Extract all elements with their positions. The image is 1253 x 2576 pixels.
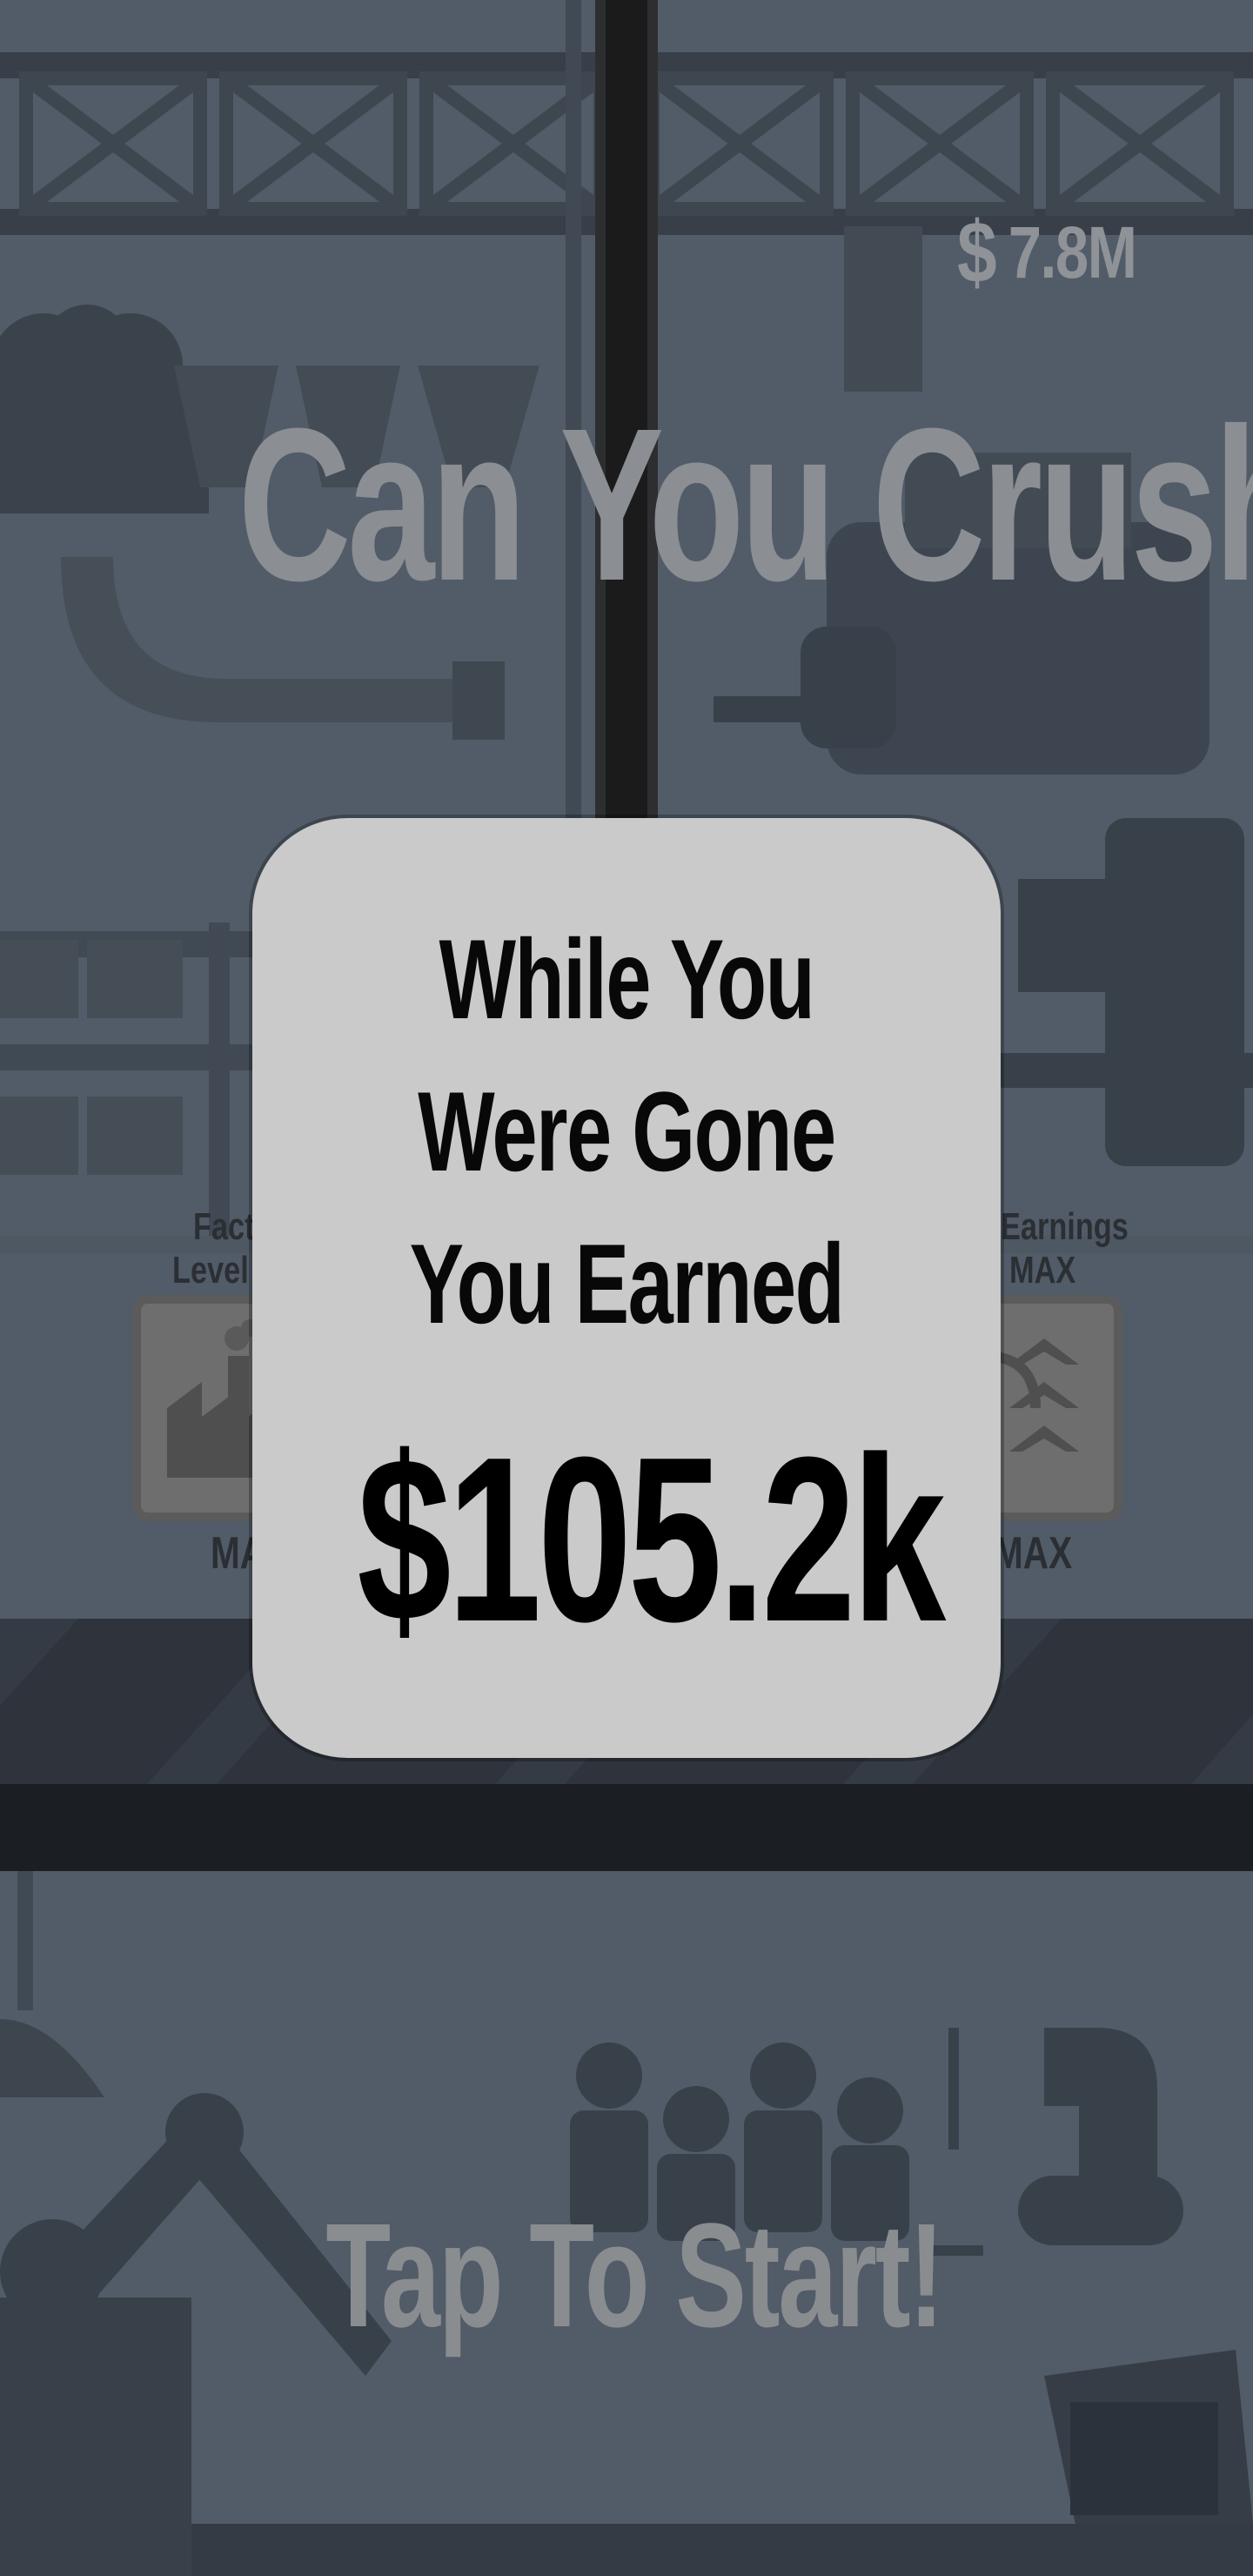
earned-amount: $105.2k [357,1409,946,1671]
earnings-label-line2: MAX [1009,1249,1076,1291]
popup-line-were-gone: Were Gone [418,1068,836,1195]
money-counter: $ 7.8M [957,200,1171,305]
popup-line-while-you: While You [439,916,815,1043]
earnings-label-line1: Earnings [1001,1205,1129,1248]
popup-line-you-earned: You Earned [409,1220,845,1347]
offline-earnings-popup[interactable]: While You Were Gone You Earned $105.2k [252,818,1001,1758]
tap-to-start-button[interactable]: Tap To Start! [325,2202,944,2350]
factory-label-line2: Level [172,1249,249,1291]
game-title: Can You Crush [238,383,1253,626]
money-value: 7.8M [1008,211,1137,293]
earnings-max: MAX [994,1528,1073,1579]
money-symbol: $ [957,203,997,301]
